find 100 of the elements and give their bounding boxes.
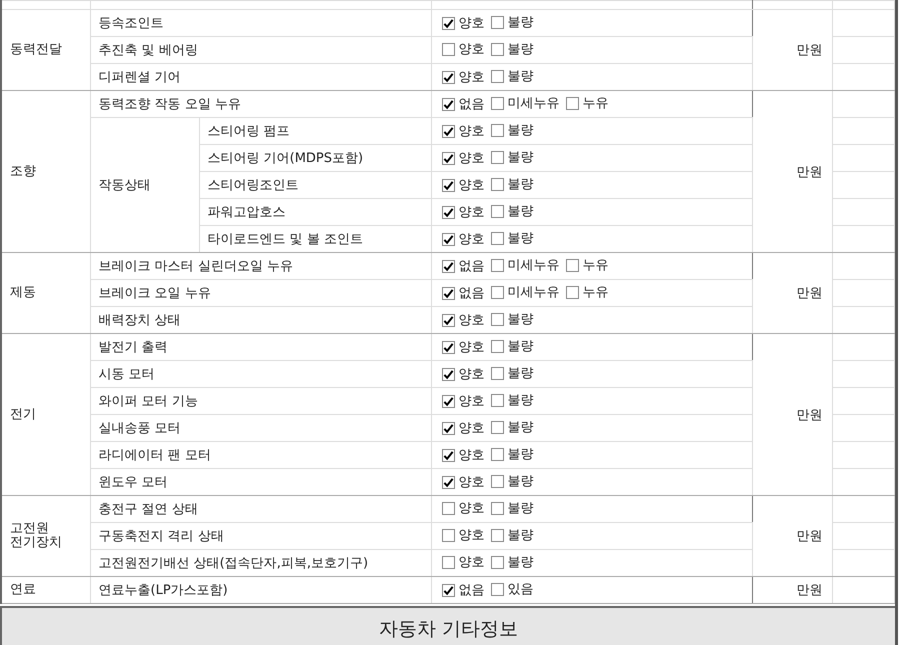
checkbox[interactable] <box>442 16 454 30</box>
checkbox[interactable] <box>490 96 504 110</box>
checkbox[interactable] <box>442 314 454 327</box>
checkbox[interactable] <box>490 16 504 29</box>
checkbox-label: 누유 <box>582 257 608 274</box>
item-label: 윈도우 모터 <box>98 475 168 490</box>
item-label: 고전원전기배선 상태(접속단자,피복,보호기구) <box>98 556 368 571</box>
checkbox-label: 불량 <box>508 122 534 140</box>
checkbox[interactable] <box>490 178 504 191</box>
checkbox-label: 양호 <box>458 474 484 492</box>
checkbox[interactable] <box>566 286 578 299</box>
checkbox[interactable] <box>442 232 454 246</box>
checkbox-label: 양호 <box>458 447 484 464</box>
checkbox[interactable] <box>442 340 454 354</box>
checkbox-label: 양호 <box>458 231 484 248</box>
checkbox-label: 누유 <box>582 284 608 302</box>
checkbox[interactable] <box>442 528 454 542</box>
checkbox-label: 미세누유 <box>508 95 560 112</box>
checkbox-label: 양호 <box>458 15 484 32</box>
checkbox[interactable] <box>442 260 454 273</box>
checkbox-label: 양호 <box>458 312 484 330</box>
checkbox[interactable] <box>442 206 454 219</box>
checkbox[interactable] <box>442 70 454 84</box>
price-unit: 만원 <box>796 583 822 598</box>
checkbox-label: 불량 <box>508 554 534 572</box>
checkbox-label: 양호 <box>458 554 484 572</box>
checkbox[interactable] <box>490 150 504 164</box>
checkbox-label: 양호 <box>458 69 484 86</box>
checkbox-label: 불량 <box>508 473 534 490</box>
item-label: 스티어링 펌프 <box>208 124 290 139</box>
checkbox-label: 양호 <box>458 123 484 140</box>
checkbox-label: 불량 <box>508 311 534 328</box>
checkbox-label: 불량 <box>508 338 534 356</box>
checkbox[interactable] <box>490 394 504 407</box>
checkbox[interactable] <box>490 474 504 488</box>
checkbox[interactable] <box>490 366 504 380</box>
item-label: 파워고압호스 <box>208 205 286 220</box>
checkbox-label: 불량 <box>508 527 534 544</box>
checkbox-label: 양호 <box>458 150 484 168</box>
price-unit: 만원 <box>796 408 822 422</box>
checkbox-label: 있음 <box>508 581 534 598</box>
checkbox[interactable] <box>442 368 454 381</box>
checkbox[interactable] <box>442 584 454 597</box>
checkbox-label: 불량 <box>508 392 534 410</box>
checkbox-label: 누유 <box>582 95 608 112</box>
checkbox[interactable] <box>490 312 504 326</box>
checkbox[interactable] <box>490 204 504 218</box>
checkbox[interactable] <box>490 258 504 272</box>
checkbox[interactable] <box>442 394 454 408</box>
checkbox[interactable] <box>490 420 504 434</box>
checkbox[interactable] <box>490 232 504 245</box>
item-label: 동력조향 작동 오일 누유 <box>98 97 241 112</box>
checkbox[interactable] <box>442 422 454 435</box>
checkbox-label: 양호 <box>458 500 484 518</box>
checkbox[interactable] <box>566 258 578 272</box>
section-header: 자동차 기타정보 <box>0 606 895 645</box>
checkbox[interactable] <box>442 502 454 515</box>
checkbox[interactable] <box>442 98 454 111</box>
checkbox[interactable] <box>442 178 454 192</box>
checkbox[interactable] <box>490 528 504 542</box>
checkbox[interactable] <box>442 286 454 300</box>
checkbox-label: 불량 <box>508 14 534 32</box>
item-label: 발전기 출력 <box>98 340 168 355</box>
checkbox[interactable] <box>490 70 504 83</box>
checkbox-label: 불량 <box>508 149 534 166</box>
checkbox[interactable] <box>490 286 504 299</box>
category-label: 고전원 전기장치 <box>10 522 62 550</box>
price-unit: 만원 <box>796 43 822 58</box>
checkbox[interactable] <box>490 340 504 353</box>
checkbox[interactable] <box>490 502 504 515</box>
checkbox-label: 없음 <box>458 285 484 302</box>
checkbox[interactable] <box>490 582 504 596</box>
checkbox-label: 불량 <box>508 68 534 86</box>
category-label: 전기 <box>10 408 36 422</box>
checkbox-label: 불량 <box>508 176 534 194</box>
checkbox-label: 불량 <box>508 365 534 382</box>
checkbox-label: 불량 <box>508 230 534 248</box>
checkbox-label: 불량 <box>508 203 534 220</box>
checkbox[interactable] <box>442 556 454 569</box>
category-label: 동력전달 <box>10 43 62 57</box>
checkbox-label: 불량 <box>508 446 534 464</box>
checkbox[interactable] <box>442 124 454 138</box>
checkbox[interactable] <box>490 448 504 461</box>
checkbox[interactable] <box>442 42 454 56</box>
checkbox[interactable] <box>490 556 504 569</box>
item-label: 추진축 및 베어링 <box>98 43 198 58</box>
category-label: 조향 <box>10 164 36 178</box>
item-label: 배력장치 상태 <box>98 313 181 328</box>
checkbox-label: 미세누유 <box>508 257 560 274</box>
checkbox[interactable] <box>442 476 454 489</box>
checkbox-label: 없음 <box>458 582 484 600</box>
checkbox[interactable] <box>490 124 504 137</box>
checkbox[interactable] <box>490 42 504 56</box>
checkbox-label: 양호 <box>458 366 484 384</box>
checkbox-label: 불량 <box>508 41 534 58</box>
item-label: 스티어링 기어(MDPS포함) <box>208 151 364 166</box>
checkbox[interactable] <box>442 448 454 462</box>
checkbox[interactable] <box>442 152 454 165</box>
checkbox[interactable] <box>566 96 578 110</box>
item-label: 등속조인트 <box>98 16 164 31</box>
